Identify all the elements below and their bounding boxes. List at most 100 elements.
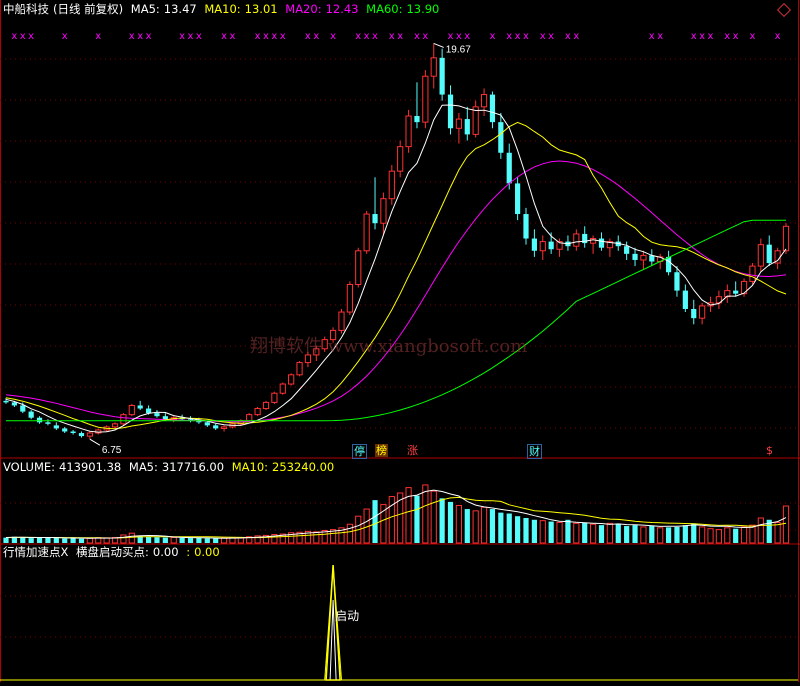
volume-header: VOLUME: 413901.38 MA5: 317716.00 MA10: 2532… — [3, 460, 338, 474]
indicator-title: 行情加速点X — [3, 545, 69, 559]
event-tag-rise[interactable]: 涨 — [406, 444, 419, 457]
volume-bar-down — [53, 537, 59, 543]
volume-bar-down — [489, 509, 496, 543]
ma10-value: 13.01 — [244, 2, 278, 16]
event-tag-finance[interactable]: 财 — [527, 444, 542, 459]
volume-ma5-value: 317716.00 — [161, 460, 225, 474]
volume-bar-down — [28, 538, 34, 543]
event-tag-halt[interactable]: 停 — [352, 444, 367, 459]
volume-bar-down — [531, 519, 537, 543]
volume-label: VOLUME: — [3, 460, 56, 474]
volume-bar-down — [213, 538, 219, 543]
signal-x-mark: x — [11, 31, 17, 42]
candle-down — [733, 290, 739, 294]
signal-x-mark: x — [271, 31, 277, 42]
candle-down — [28, 411, 34, 418]
signal-x-mark: x — [699, 31, 705, 42]
volume-bar-up — [472, 510, 479, 544]
candle-down — [145, 408, 152, 414]
candle-up — [279, 383, 286, 394]
startup-signal-label: 启动 — [335, 609, 359, 623]
candle-down — [464, 119, 470, 135]
event-tag-list[interactable]: 榜 — [375, 444, 388, 457]
volume-bar-down — [691, 523, 697, 543]
signal-x-mark: x — [355, 31, 361, 42]
candle-up — [120, 414, 127, 425]
candle-up — [128, 404, 135, 416]
volume-bar-up — [724, 527, 731, 544]
candle-down — [766, 244, 772, 264]
candle-up — [640, 254, 647, 261]
volume-bar-down — [498, 512, 504, 543]
candle-down — [624, 246, 630, 254]
signal-x-mark: x — [95, 31, 101, 42]
volume-bar-up — [715, 529, 723, 544]
candle-up — [338, 311, 345, 331]
signal-x-mark: x — [523, 31, 529, 42]
signal-x-mark: x — [20, 31, 26, 42]
volume-bar-up — [455, 504, 463, 544]
volume-bar-down — [506, 513, 512, 543]
signal-x-mark: x — [137, 31, 143, 42]
volume-bar-down — [162, 537, 168, 543]
candle-up — [388, 170, 395, 200]
candle-up — [455, 118, 463, 129]
volume-bar-up — [86, 537, 93, 544]
main-header: 中船科技 (日线 前复权) MA5: 13.47 MA10: 13.01 MA20: 1… — [3, 2, 443, 16]
candle-down — [531, 238, 537, 251]
candle-down — [682, 290, 688, 309]
volume-bar-down — [649, 526, 655, 543]
volume-bar-down — [414, 495, 420, 543]
candle-down — [137, 405, 143, 409]
volume-bar-up — [774, 521, 781, 544]
signal-x-mark: x — [129, 31, 135, 42]
signal-x-mark: x — [691, 31, 697, 42]
signal-x-mark: x — [255, 31, 261, 42]
signal-x-mark: x — [649, 31, 655, 42]
volume-bar-down — [20, 537, 26, 543]
low-marker-label: 6.75 — [102, 445, 122, 456]
volume-bar-up — [388, 496, 395, 544]
candle-up — [86, 432, 93, 437]
candle-up — [782, 225, 790, 252]
volume-bar-down — [682, 525, 688, 543]
candle-up — [397, 146, 404, 172]
volume-bar-down — [665, 527, 672, 543]
candle-up — [346, 283, 353, 313]
ma10-label: MA10: — [204, 2, 241, 16]
volume-bar-up — [749, 524, 756, 544]
signal-x-mark: x — [565, 31, 571, 42]
signal-x-mark: x — [749, 31, 755, 42]
candle-down — [674, 272, 680, 291]
ma20-label: MA20: — [285, 2, 322, 16]
volume-bar-down — [36, 537, 43, 543]
signal-x-mark: x — [708, 31, 714, 42]
volume-bar-down — [582, 522, 588, 543]
candle-up — [480, 94, 488, 108]
volume-bar-up — [220, 537, 228, 544]
signal-x-mark: x — [229, 31, 235, 42]
event-tag-dollar[interactable]: $ — [765, 444, 774, 457]
candle-up — [380, 198, 387, 224]
volume-ma5-label: MA5: — [128, 460, 158, 474]
candle-down — [204, 422, 210, 426]
signal-x-mark: x — [775, 31, 781, 42]
candle-down — [548, 241, 554, 250]
candle-up — [246, 414, 253, 422]
candle-up — [573, 233, 580, 247]
volume-bar-down — [45, 537, 51, 543]
signal-x-mark: x — [657, 31, 663, 42]
signal-x-mark: x — [372, 31, 378, 42]
candle-down — [11, 402, 17, 406]
signal-x-mark: x — [179, 31, 185, 42]
indicator-name: 横盘启动买点: — [76, 545, 149, 559]
volume-bar-up — [539, 520, 546, 544]
volume-bar-down — [439, 498, 445, 543]
candle-down — [45, 422, 51, 424]
volume-bar-down — [733, 528, 739, 543]
signal-x-mark: x — [422, 31, 428, 42]
volume-bar-up — [556, 521, 563, 544]
volume-bar-up — [757, 517, 764, 544]
candle-down — [372, 214, 378, 224]
signal-x-mark: x — [305, 31, 311, 42]
